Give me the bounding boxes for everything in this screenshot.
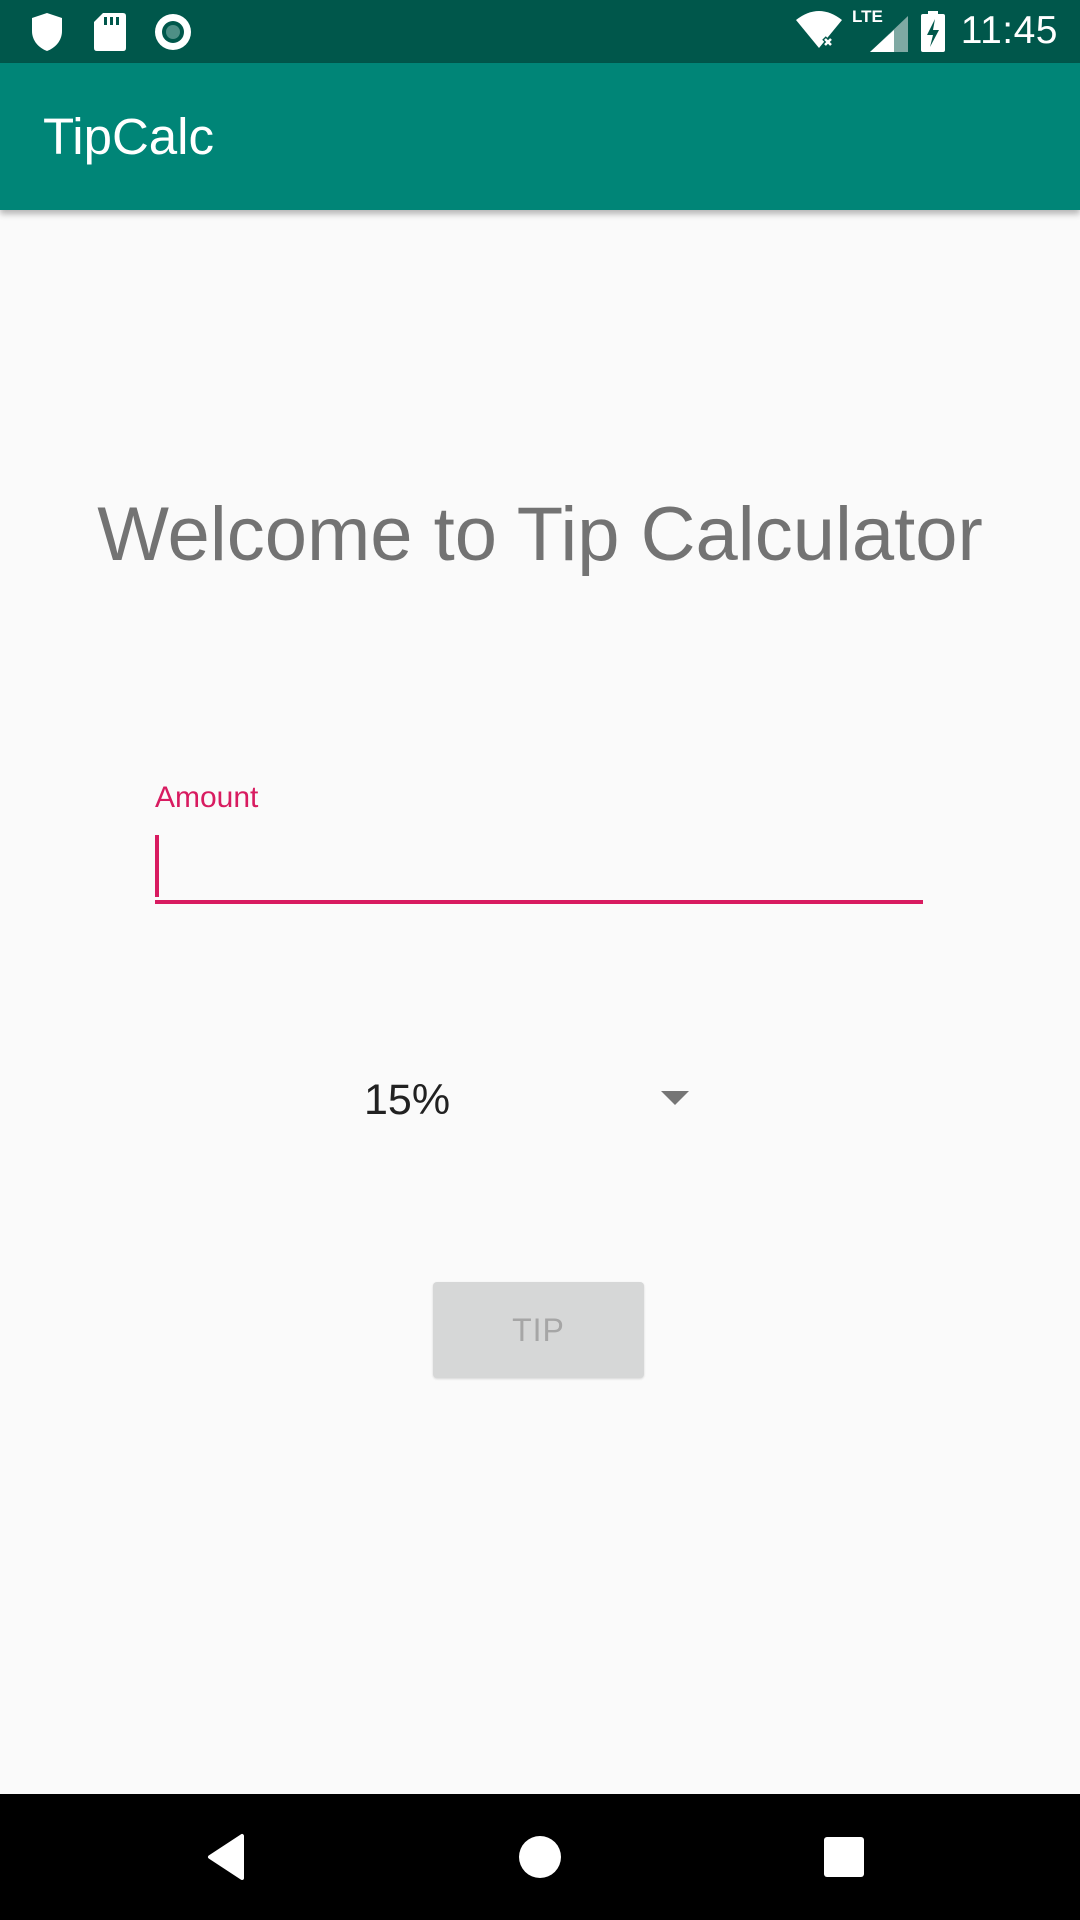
home-icon[interactable] [508, 1824, 572, 1893]
battery-charging-icon [920, 11, 946, 58]
sync-circle-icon [153, 12, 193, 57]
status-bar: LTE 11:45 [0, 0, 1080, 63]
text-cursor [155, 835, 159, 897]
back-icon[interactable] [196, 1824, 260, 1893]
sd-card-icon [93, 12, 127, 57]
tip-percentage-spinner[interactable]: 15% [345, 1060, 695, 1140]
welcome-heading: Welcome to Tip Calculator [97, 492, 983, 577]
app-title: TipCalc [43, 108, 214, 165]
spinner-selected-value: 15% [364, 1076, 451, 1124]
app-bar: TipCalc [0, 63, 1080, 210]
shield-icon [30, 12, 64, 57]
amount-input[interactable] [155, 828, 923, 904]
dropdown-arrow-icon [661, 1091, 689, 1105]
amount-label: Amount [155, 781, 259, 814]
navigation-bar [0, 1794, 1080, 1920]
recents-icon[interactable] [812, 1824, 876, 1893]
wifi-icon [794, 10, 844, 55]
status-clock: 11:45 [960, 9, 1058, 52]
tip-button[interactable]: TIP [433, 1282, 644, 1378]
